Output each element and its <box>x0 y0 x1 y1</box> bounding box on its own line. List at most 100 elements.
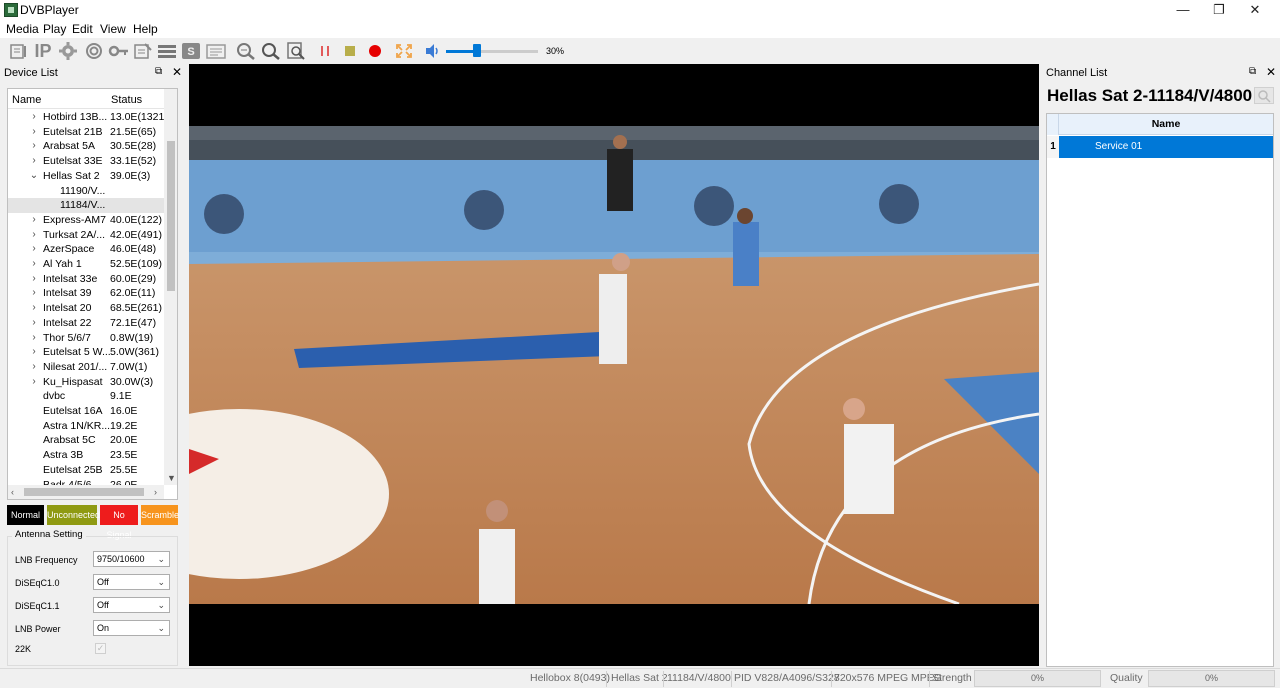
find-document-icon[interactable] <box>286 42 306 60</box>
status-satellite: Hellas Sat 2 <box>611 672 668 684</box>
close-button[interactable]: ✕ <box>1232 0 1278 20</box>
tree-row[interactable]: › Al Yah 1 52.5E(109) <box>8 257 164 272</box>
tree-row-name: Astra 3B <box>43 449 84 462</box>
tree-row[interactable]: › Arabsat 5A 30.5E(28) <box>8 139 164 154</box>
float-panel-icon[interactable]: ⧉ <box>1249 66 1256 77</box>
diseqc11-select[interactable]: Off ⌄ <box>93 597 170 613</box>
tree-row[interactable]: 11190/V... <box>8 184 164 199</box>
menu-help[interactable]: Help <box>133 22 158 36</box>
chevron-right-icon[interactable]: › <box>29 331 39 346</box>
chevron-right-icon[interactable]: › <box>29 228 39 243</box>
tree-row[interactable]: › Eutelsat 21B 21.5E(65) <box>8 125 164 140</box>
menu-view[interactable]: View <box>100 22 126 36</box>
volume-slider-thumb[interactable] <box>473 44 481 57</box>
tree-row-name: Arabsat 5C <box>43 434 96 447</box>
device-list-title: Device List <box>4 67 58 79</box>
tree-row[interactable]: Astra 3B 23.5E <box>8 448 164 463</box>
svg-text:S: S <box>187 46 194 58</box>
tree-row[interactable]: Arabsat 5C 20.0E <box>8 433 164 448</box>
tree-row[interactable]: Astra 1N/KR... 19.2E <box>8 419 164 434</box>
speaker-icon[interactable] <box>423 42 443 60</box>
chevron-right-icon[interactable]: › <box>29 316 39 331</box>
menu-play[interactable]: Play <box>43 22 66 36</box>
tree-row[interactable]: ⌄ Hellas Sat 2 39.0E(3) <box>8 169 164 184</box>
tuner-icon[interactable] <box>9 42 29 60</box>
scan-icon[interactable]: S <box>181 42 201 60</box>
lnb-frequency-select[interactable]: 9750/10600 ⌄ <box>93 551 170 567</box>
list-icon[interactable] <box>157 42 177 60</box>
gear-icon[interactable] <box>58 42 78 60</box>
tree-row[interactable]: Eutelsat 16A 16.0E <box>8 404 164 419</box>
chevron-right-icon[interactable]: › <box>29 360 39 375</box>
channel-search-button[interactable] <box>1254 87 1274 104</box>
volume-label: 30% <box>546 46 565 56</box>
tree-row-name: Hotbird 13B... <box>43 111 108 123</box>
scroll-left-arrow[interactable]: ‹ <box>11 487 14 497</box>
float-panel-icon[interactable]: ⧉ <box>155 66 162 77</box>
legend-no-signal: No Signal <box>100 505 138 540</box>
ip-icon[interactable]: IP <box>33 41 53 61</box>
tree-row[interactable]: › Turksat 2A/... 42.0E(491) <box>8 228 164 243</box>
pause-icon[interactable] <box>315 42 335 60</box>
tree-row-status: 68.5E(261) <box>110 302 162 315</box>
channel-row[interactable]: Service 01 <box>1059 136 1273 158</box>
tree-row-status: 19.2E <box>110 419 138 432</box>
chevron-right-icon[interactable]: › <box>29 375 39 390</box>
tree-row-name: Eutelsat 5 W... <box>43 346 111 359</box>
stop-icon[interactable] <box>340 42 360 60</box>
scroll-right-arrow[interactable]: › <box>154 487 157 497</box>
epg-icon[interactable] <box>206 42 226 60</box>
record-icon[interactable] <box>365 42 385 60</box>
zoom-icon[interactable] <box>236 42 256 60</box>
close-panel-icon[interactable]: ✕ <box>1266 65 1276 79</box>
scroll-down-arrow[interactable]: ▼ <box>167 473 176 483</box>
chevron-right-icon[interactable]: › <box>29 125 39 140</box>
tree-row[interactable]: › Express-AM7 40.0E(122) <box>8 213 164 228</box>
tree-row[interactable]: › Intelsat 33e 60.0E(29) <box>8 272 164 287</box>
lnb-power-select[interactable]: On ⌄ <box>93 620 170 636</box>
chevron-right-icon[interactable]: › <box>29 272 39 287</box>
chevron-right-icon[interactable]: › <box>29 110 39 125</box>
chevron-right-icon[interactable]: › <box>29 139 39 154</box>
chevron-right-icon[interactable]: › <box>29 286 39 301</box>
close-panel-icon[interactable]: ✕ <box>172 65 182 79</box>
tree-row[interactable]: › Intelsat 22 72.1E(47) <box>8 316 164 331</box>
tree-row[interactable]: 11184/V... <box>8 198 164 213</box>
tree-row[interactable]: dvbc 9.1E <box>8 389 164 404</box>
chevron-right-icon[interactable]: › <box>29 242 39 257</box>
video-player[interactable] <box>189 64 1039 666</box>
key-icon[interactable] <box>108 42 128 60</box>
edit-icon[interactable] <box>133 42 153 60</box>
horizontal-scroll-thumb[interactable] <box>24 488 144 496</box>
tree-row[interactable]: › Eutelsat 5 W... 5.0W(361) <box>8 345 164 360</box>
chevron-right-icon[interactable]: › <box>29 154 39 169</box>
fullscreen-icon[interactable] <box>394 42 414 60</box>
menu-edit[interactable]: Edit <box>72 22 93 36</box>
column-status[interactable]: Status <box>111 94 142 106</box>
search-icon[interactable] <box>261 42 281 60</box>
chevron-right-icon[interactable]: › <box>29 301 39 316</box>
column-name[interactable]: Name <box>12 94 41 106</box>
tree-row[interactable]: › Ku_Hispasat 30.0W(3) <box>8 375 164 390</box>
target-icon[interactable] <box>84 42 104 60</box>
tree-row[interactable]: › Eutelsat 33E 33.1E(52) <box>8 154 164 169</box>
tree-row[interactable]: › Thor 5/6/7 0.8W(19) <box>8 331 164 346</box>
chevron-right-icon[interactable]: › <box>29 213 39 228</box>
menu-media[interactable]: Media <box>6 22 39 36</box>
tree-row-name: Intelsat 22 <box>43 316 92 329</box>
column-header-name[interactable]: Name <box>1059 114 1273 135</box>
tree-row[interactable]: Eutelsat 25B 25.5E <box>8 463 164 478</box>
tree-row[interactable]: › AzerSpace 46.0E(48) <box>8 242 164 257</box>
chevron-down-icon[interactable]: ⌄ <box>29 169 39 184</box>
chevron-right-icon[interactable]: › <box>29 257 39 272</box>
diseqc10-select[interactable]: Off ⌄ <box>93 574 170 590</box>
tree-row[interactable]: › Hotbird 13B... 13.0E(1321) <box>8 110 164 125</box>
tree-row[interactable]: › Intelsat 39 62.0E(11) <box>8 286 164 301</box>
k22-checkbox[interactable]: ✓ <box>95 643 106 654</box>
tree-row[interactable]: › Intelsat 20 68.5E(261) <box>8 301 164 316</box>
tree-row-status: 33.1E(52) <box>110 155 157 168</box>
tree-row[interactable]: › Nilesat 201/... 7.0W(1) <box>8 360 164 375</box>
k22-label: 22K <box>15 644 32 654</box>
chevron-right-icon[interactable]: › <box>29 345 39 360</box>
vertical-scroll-thumb[interactable] <box>167 141 175 291</box>
